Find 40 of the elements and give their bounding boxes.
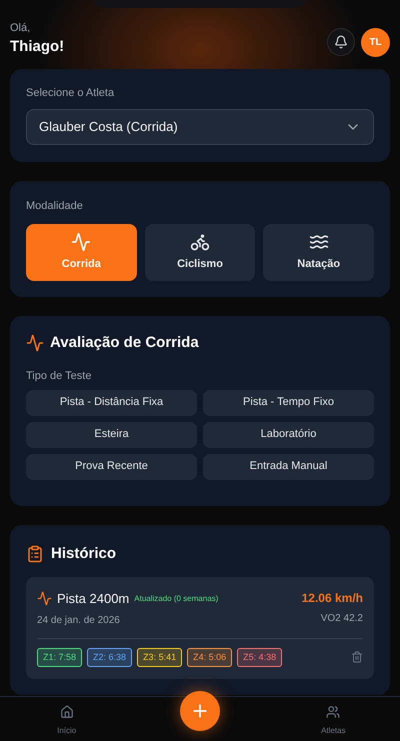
clipboard-icon <box>26 544 44 563</box>
athlete-label: Selecione o Atleta <box>26 86 116 100</box>
athlete-select[interactable]: Glauber Costa (Corrida) <box>26 109 374 145</box>
entry-date: 24 de jan. de 2026 <box>37 614 121 628</box>
users-icon <box>326 705 340 719</box>
modality-label: Modalidade <box>26 199 84 214</box>
bicycle-icon <box>190 232 210 252</box>
test-type-button[interactable]: Pista - Tempo Fixo <box>203 390 374 416</box>
notifications-button[interactable] <box>327 28 355 56</box>
pulse-icon <box>26 334 44 352</box>
greeting-text: Olá, <box>10 21 32 36</box>
test-type-label: Tipo de Teste <box>26 369 92 384</box>
evaluation-title: Avaliação de Corrida <box>50 332 199 352</box>
pulse-icon <box>71 232 92 252</box>
history-entry[interactable]: Pista 2400m Atualizado (0 semanas) 24 de jan. de 2026 12.06 km/h VO2 42.2 Z1: 7:58 Z2: 6:38 Z3: 5:41 Z4: 5:06 Z5: 4:38 <box>26 577 374 679</box>
home-tab[interactable]: Início <box>0 697 134 737</box>
test-type-button[interactable]: Esteira <box>26 422 197 448</box>
pulse-icon <box>37 591 52 606</box>
home-icon <box>60 705 74 719</box>
entry-title: Pista 2400m <box>57 590 130 608</box>
status-text: Atualizado (0 semanas) <box>134 592 218 605</box>
modality-tab[interactable]: Ciclismo <box>144 224 256 280</box>
zone-tag: Z1: 7:58 <box>37 648 82 667</box>
athletes-tab[interactable]: Atletas <box>266 697 400 737</box>
zone-tag: Z3: 5:41 <box>137 648 182 667</box>
test-type-button[interactable]: Pista - Distância Fixa <box>26 390 197 416</box>
speed-value: 12.06 km/h <box>302 590 363 607</box>
test-type-button[interactable]: Laboratório <box>203 422 374 448</box>
zone-tag: Z2: 6:38 <box>87 648 132 667</box>
modality-tab[interactable]: Natação <box>263 224 374 280</box>
user-name: Thiago! <box>10 36 64 56</box>
vo2-value: VO2 42.2 <box>320 612 363 626</box>
bell-icon <box>334 35 348 49</box>
test-type-button[interactable]: Prova Recente <box>26 454 197 480</box>
add-button[interactable] <box>180 691 220 731</box>
zone-tag: Z5: 4:38 <box>237 648 282 667</box>
zone-tag: Z4: 5:06 <box>187 648 232 667</box>
trash-icon[interactable] <box>351 651 363 664</box>
test-type-button[interactable]: Entrada Manual <box>203 454 374 480</box>
history-title: Histórico <box>51 544 116 564</box>
